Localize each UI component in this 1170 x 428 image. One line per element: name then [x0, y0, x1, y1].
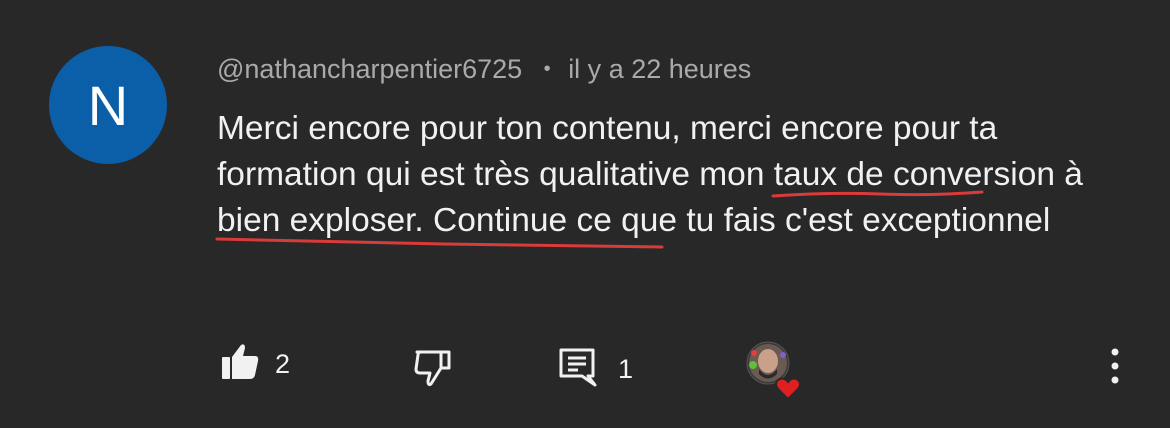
like-button[interactable]: 2 — [221, 342, 290, 387]
more-options-button[interactable] — [1100, 346, 1130, 388]
dislike-icon — [413, 349, 453, 394]
more-vert-icon — [1100, 348, 1130, 392]
comment-text: Merci encore pour ton contenu, merci enc… — [217, 106, 1137, 244]
comment-timestamp[interactable]: il y a 22 heures — [568, 54, 751, 84]
comment-avatar[interactable]: N — [49, 46, 167, 164]
comment-text-part2: . Continue ce que tu fais c'est exceptio… — [414, 202, 1051, 239]
like-count: 2 — [275, 349, 291, 379]
avatar-letter: N — [87, 73, 129, 137]
reply-count: 1 — [618, 354, 634, 384]
comment-actions: 2 1 — [0, 335, 1170, 405]
dislike-button[interactable] — [413, 349, 453, 394]
reply-icon — [558, 347, 598, 392]
creator-heart-icon — [775, 377, 801, 401]
reply-button[interactable]: 1 — [558, 347, 633, 392]
meta-separator: • — [543, 58, 551, 80]
like-icon — [221, 342, 261, 387]
creator-heart-badge — [746, 341, 801, 401]
author-name[interactable]: @nathancharpentier6725 — [217, 54, 522, 84]
comment-header: @nathancharpentier6725 • il y a 22 heure… — [217, 54, 751, 85]
